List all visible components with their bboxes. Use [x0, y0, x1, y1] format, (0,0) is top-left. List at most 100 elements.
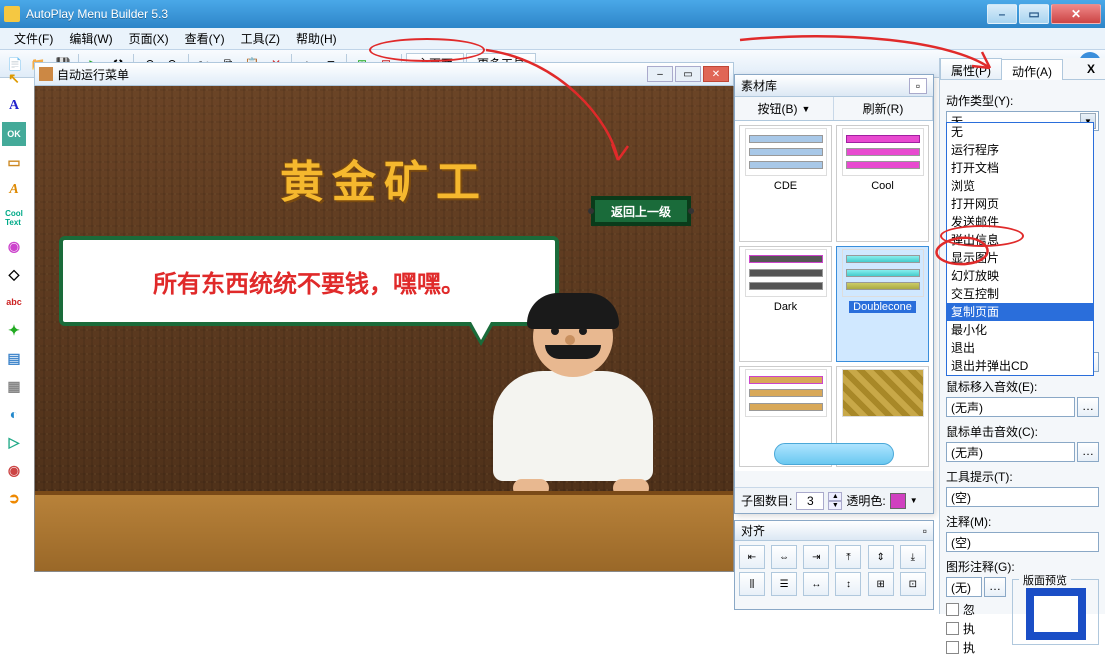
align-center-v[interactable]: ⇕ — [868, 545, 894, 569]
action-option[interactable]: 发送邮件 — [947, 213, 1093, 231]
action-option[interactable]: 幻灯放映 — [947, 267, 1093, 285]
tool-label[interactable]: CoolText — [2, 206, 26, 230]
action-option[interactable]: 弹出信息 — [947, 231, 1093, 249]
mat-item-doublecone[interactable]: Doublecone — [836, 246, 929, 363]
align-top[interactable]: ⤒ — [835, 545, 861, 569]
tool-media[interactable]: ▷ — [2, 430, 26, 454]
align-right[interactable]: ⇥ — [803, 545, 829, 569]
graphic-none[interactable]: (无) — [946, 577, 982, 597]
chk-exec2[interactable] — [946, 641, 959, 654]
action-option[interactable]: 复制页面 — [947, 303, 1093, 321]
tool-browser[interactable]: ◐ — [2, 402, 26, 426]
panel-close-x[interactable]: X — [1081, 62, 1101, 80]
matlib-trans-color[interactable] — [890, 493, 906, 509]
same-width[interactable]: ↔ — [803, 572, 829, 596]
action-option[interactable]: 最小化 — [947, 321, 1093, 339]
same-size[interactable]: ⊞ — [868, 572, 894, 596]
action-option[interactable]: 打开文档 — [947, 159, 1093, 177]
click-sound2-input[interactable]: (无声) — [946, 442, 1075, 462]
menu-help[interactable]: 帮助(H) — [288, 28, 345, 49]
page-preview[interactable] — [1026, 588, 1086, 640]
dist-h[interactable]: ⫼ — [739, 572, 765, 596]
tool-grid[interactable]: ▦ — [2, 374, 26, 398]
action-option[interactable]: 显示图片 — [947, 249, 1093, 267]
minimize-button[interactable]: – — [987, 4, 1017, 24]
action-option[interactable]: 交互控制 — [947, 285, 1093, 303]
spin-down[interactable]: ▼ — [828, 501, 842, 510]
chk-exec1[interactable] — [946, 622, 959, 635]
mat-item-dark[interactable]: Dark — [739, 246, 832, 363]
matlib-tab-button[interactable]: 按钮(B)▼ — [735, 97, 834, 120]
back-button-element[interactable]: 返回上一级 — [591, 196, 691, 226]
action-option[interactable]: 打开网页 — [947, 195, 1093, 213]
material-library-panel: 素材库 ▫ 按钮(B)▼ 刷新(R) CDE Cool Dark Doublec… — [734, 74, 934, 514]
tool-pointer[interactable]: ↖ — [2, 66, 26, 90]
canvas-maximize[interactable]: ▭ — [675, 66, 701, 82]
enter-sound-input[interactable]: (无声) — [946, 397, 1075, 417]
center-page[interactable]: ⊡ — [900, 572, 926, 596]
tool-image[interactable]: ▭ — [2, 150, 26, 174]
matlib-close[interactable]: ▫ — [909, 78, 927, 94]
left-toolbox: ↖ A OK ▭ A CoolText ◉ ◇ abc ✦ ▤ ▦ ◐ ▷ ◉ … — [2, 62, 32, 510]
tab-actions[interactable]: 动作(A) — [1001, 59, 1063, 80]
menu-view[interactable]: 查看(Y) — [177, 28, 233, 49]
action-type-dropdown[interactable]: 无运行程序打开文档浏览打开网页发送邮件弹出信息显示图片幻灯放映交互控制复制页面最… — [946, 122, 1094, 376]
canvas-window-icon — [39, 67, 53, 81]
align-left[interactable]: ⇤ — [739, 545, 765, 569]
menu-edit[interactable]: 编辑(W) — [61, 28, 120, 49]
graphic-browse[interactable]: … — [984, 577, 1006, 597]
comment-input[interactable]: (空) — [946, 532, 1099, 552]
matlib-count-input[interactable] — [796, 492, 824, 510]
tool-button[interactable]: OK — [2, 122, 26, 146]
align-bottom[interactable]: ⤓ — [900, 545, 926, 569]
game-title-text[interactable]: 黄金矿工 — [280, 146, 488, 210]
menu-tools[interactable]: 工具(Z) — [233, 28, 288, 49]
maximize-button[interactable]: ▭ — [1019, 4, 1049, 24]
align-center-h[interactable]: ⇔ — [771, 545, 797, 569]
matlib-tab-refresh[interactable]: 刷新(R) — [834, 97, 933, 120]
close-button[interactable]: ✕ — [1051, 4, 1101, 24]
chk-shadow[interactable] — [946, 603, 959, 616]
tool-shape[interactable]: ◉ — [2, 234, 26, 258]
matlib-count-label: 子图数目: — [741, 492, 792, 509]
action-option[interactable]: 浏览 — [947, 177, 1093, 195]
menu-file[interactable]: 文件(F) — [6, 28, 61, 49]
align-close[interactable]: ▫ — [923, 524, 927, 538]
tool-list[interactable]: ▤ — [2, 346, 26, 370]
tool-cooltext[interactable]: A — [2, 178, 26, 202]
menu-page[interactable]: 页面(X) — [121, 28, 177, 49]
properties-panel: X 属性(P) 动作(A) 动作类型(Y): 无 ▼ 无运行程序打开文档浏览打开… — [939, 58, 1105, 614]
dist-v[interactable]: ☰ — [771, 572, 797, 596]
window-titlebar: AutoPlay Menu Builder 5.3 – ▭ ✕ — [0, 0, 1105, 28]
canvas-close[interactable]: ✕ — [703, 66, 729, 82]
design-canvas[interactable]: 黄金矿工 返回上一级 所有东西统统不要钱，嘿嘿。 — [34, 86, 734, 572]
tool-abc[interactable]: abc — [2, 290, 26, 314]
action-option[interactable]: 无 — [947, 123, 1093, 141]
spin-up[interactable]: ▲ — [828, 492, 842, 501]
action-option[interactable]: 退出 — [947, 339, 1093, 357]
tooltip-input[interactable]: (空) — [946, 487, 1099, 507]
desk-image — [35, 491, 733, 571]
matlib-preview-button[interactable] — [774, 443, 894, 465]
action-option[interactable]: 运行程序 — [947, 141, 1093, 159]
tool-rss[interactable]: ➲ — [2, 486, 26, 510]
label-click-sound2: 鼠标单击音效(C): — [946, 423, 1099, 440]
enter-sound-browse[interactable]: … — [1077, 397, 1099, 417]
tool-text[interactable]: A — [2, 94, 26, 118]
miner-character[interactable] — [473, 297, 673, 497]
same-height[interactable]: ↕ — [835, 572, 861, 596]
tool-hotspot[interactable]: ◇ — [2, 262, 26, 286]
tool-anim[interactable]: ✦ — [2, 318, 26, 342]
menu-bar: 文件(F) 编辑(W) 页面(X) 查看(Y) 工具(Z) 帮助(H) — [0, 28, 1105, 50]
preview-group-title: 版面预览 — [1019, 572, 1071, 588]
label-tooltip: 工具提示(T): — [946, 468, 1099, 485]
tool-flash[interactable]: ◉ — [2, 458, 26, 482]
click-sound2-browse[interactable]: … — [1077, 442, 1099, 462]
tab-properties[interactable]: 属性(P) — [940, 58, 1002, 79]
label-comment: 注释(M): — [946, 513, 1099, 530]
mat-item-cde[interactable]: CDE — [739, 125, 832, 242]
action-option[interactable]: 退出并弹出CD — [947, 357, 1093, 375]
mat-item-cool[interactable]: Cool — [836, 125, 929, 242]
matlib-grid: CDE Cool Dark Doublecone — [735, 121, 933, 471]
canvas-minimize[interactable]: – — [647, 66, 673, 82]
